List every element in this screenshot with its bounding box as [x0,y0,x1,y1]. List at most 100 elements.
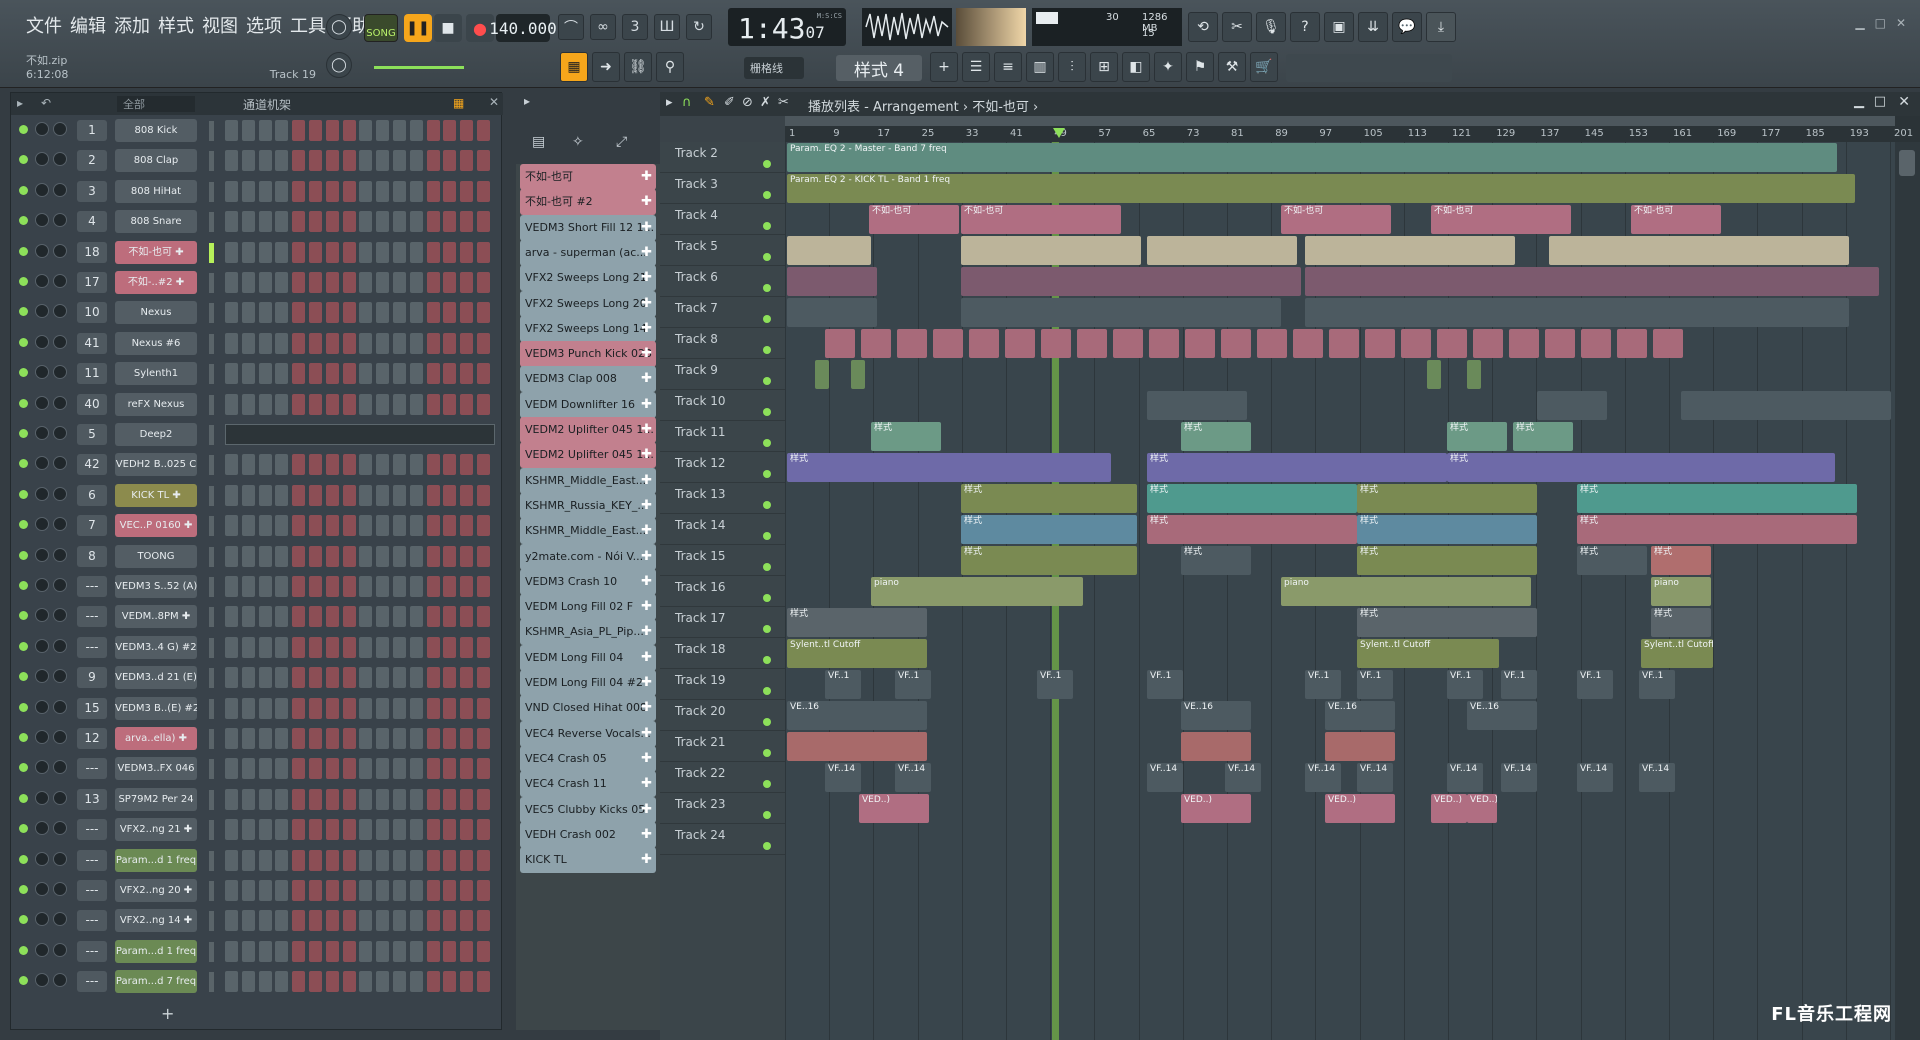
track-mute-led[interactable] [763,625,771,633]
channel-name-button[interactable]: 808 Snare [115,210,197,234]
step-button[interactable] [309,272,322,293]
step-button[interactable] [426,150,440,172]
audio-clip[interactable]: VF..1 [1147,670,1183,699]
step-button[interactable] [393,484,406,506]
channel-mixer-track[interactable]: 1 [77,120,107,141]
audio-clip[interactable]: VF..1 [1639,670,1675,699]
step-button[interactable] [393,393,406,415]
step-button[interactable] [409,940,423,962]
channel-pan-knob[interactable] [53,638,67,653]
step-button[interactable] [258,180,272,202]
delete-icon[interactable]: ⊘ [742,95,753,110]
step-button[interactable] [241,484,255,506]
step-button[interactable] [426,636,440,658]
channel-mixer-track[interactable]: 17 [77,272,107,293]
step-button[interactable] [460,241,474,263]
step-button[interactable] [342,880,356,901]
audio-clip[interactable]: VE..16 [787,701,927,730]
step-button[interactable] [241,332,255,354]
channel-select-indicator[interactable] [209,637,214,658]
pattern-clip[interactable] [825,329,855,358]
picker-item[interactable]: 不如-也可 #2 ✚ [520,189,656,216]
channel-row[interactable]: 40 reFX Nexus [11,389,503,419]
step-sequencer[interactable] [225,180,495,202]
picker-item[interactable]: VEDM3 Clap 008 ✚ [520,366,656,393]
pattern-clip[interactable] [1077,329,1107,358]
step-button[interactable] [443,788,457,810]
channel-mute-led[interactable] [19,216,28,226]
step-sequencer[interactable] [225,606,495,628]
pattern-clip[interactable] [1257,329,1287,358]
step-button[interactable] [292,849,306,871]
song-time-display[interactable]: 1:4307 M:S:CS [728,8,846,46]
step-button[interactable] [258,880,272,901]
step-button[interactable] [275,211,289,233]
picker-item[interactable]: VEDM3 Crash 10 ✚ [520,568,656,595]
step-button[interactable] [359,515,373,537]
channel-pan-knob[interactable] [53,152,67,167]
step-button[interactable] [292,576,306,597]
step-button[interactable] [309,788,322,810]
audio-clip[interactable]: VED..) [1181,794,1251,823]
step-button[interactable] [443,272,457,293]
channel-row[interactable]: 3 808 HiHat [11,176,503,206]
channel-volume-knob[interactable] [35,547,49,562]
step-button[interactable] [241,241,255,263]
step-button[interactable] [275,849,289,871]
step-button[interactable] [225,211,238,233]
step-button[interactable] [376,606,390,628]
step-button[interactable] [376,971,390,993]
track-header[interactable]: Track 13 [660,483,785,514]
step-button[interactable] [393,971,406,993]
step-button[interactable] [443,515,457,537]
channel-name-button[interactable]: VEDM3..d 21 (E) [115,666,197,690]
channel-mixer-track[interactable]: --- [77,849,107,871]
step-button[interactable] [460,819,474,841]
channel-name-button[interactable]: VEDM3..FX 046 [115,757,197,781]
step-button[interactable] [241,880,255,901]
channel-row[interactable]: --- VEDM3 S..52 (A) [11,571,503,601]
step-button[interactable] [258,576,272,597]
step-button[interactable] [426,728,440,749]
step-button[interactable] [393,454,406,476]
step-button[interactable] [409,332,423,354]
menu-options[interactable]: 选项 [242,12,286,38]
step-button[interactable] [342,515,356,537]
channel-row[interactable]: --- Param...d 1 freq [11,936,503,966]
channel-pan-knob[interactable] [53,213,67,228]
picker-arrow-icon[interactable]: ▸ [524,94,530,108]
step-button[interactable] [309,576,322,597]
track-header[interactable]: Track 19 [660,669,785,700]
step-button[interactable] [393,819,406,841]
channel-pan-knob[interactable] [53,608,67,623]
step-button[interactable] [393,728,406,749]
step-button[interactable] [376,180,390,202]
pattern-clip[interactable]: 样式 [1181,546,1251,575]
pattern-clip[interactable] [1365,329,1395,358]
step-button[interactable] [477,697,490,719]
step-button[interactable] [292,302,306,324]
step-button[interactable] [477,180,490,202]
step-button[interactable] [342,940,356,962]
step-button[interactable] [258,484,272,506]
channel-mixer-track[interactable]: 5 [77,424,107,445]
step-button[interactable] [258,910,272,932]
audio-clip[interactable]: VF..14 [1357,763,1393,792]
step-button[interactable] [409,819,423,841]
picker-item[interactable]: VEC5 Clubby Kicks 05 ✚ [520,796,656,823]
track-header[interactable]: Track 23 [660,793,785,824]
track-header[interactable]: Track 4 [660,204,785,235]
step-button[interactable] [460,667,474,689]
step-button[interactable] [225,758,238,780]
audio-clip[interactable] [1305,236,1515,265]
step-button[interactable] [258,728,272,749]
audio-clip[interactable]: VE..16 [1181,701,1251,730]
channel-select-indicator[interactable] [209,516,214,537]
playlist-icon[interactable]: ≡ [994,52,1022,82]
step-button[interactable] [393,576,406,597]
step-button[interactable] [443,819,457,841]
step-button[interactable] [393,515,406,537]
step-button[interactable] [393,849,406,871]
channel-name-button[interactable]: VEDM..8PM ✚ [115,605,197,629]
channel-mixer-track[interactable]: --- [77,758,107,780]
